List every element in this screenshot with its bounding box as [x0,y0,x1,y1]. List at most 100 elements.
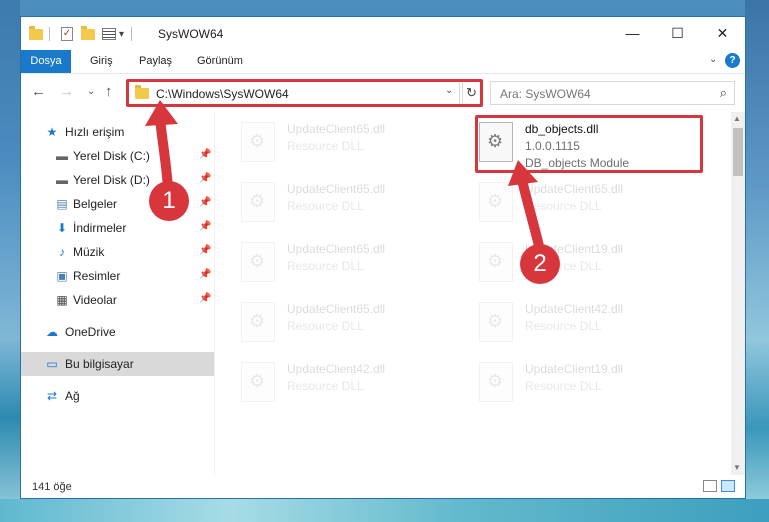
pin-icon[interactable]: 📌 [199,149,211,160]
sidebar-item-pictures[interactable]: ▣ Resimler 📌 [21,264,214,288]
recent-locations-button[interactable]: ⌄ [87,86,95,97]
desktop-background-left [0,0,20,522]
file-description: Resource DLL [525,319,602,333]
expand-ribbon-icon[interactable]: ⌄ [709,54,717,65]
new-folder-icon[interactable] [81,25,95,42]
sidebar-item-label: Videolar [73,293,117,307]
pictures-icon: ▣ [56,269,68,283]
file-explorer-window: ✓ ▾ SysWOW64 — ☐ ✕ Dosya Giriş Paylaş Gö… [20,16,746,499]
up-button[interactable]: ↑ [105,83,113,100]
file-name: UpdateClient42.dll [525,302,624,316]
sidebar-item-local-disk-c[interactable]: ▬ Yerel Disk (C:) 📌 [21,144,214,168]
dll-file-icon [241,182,275,222]
search-input[interactable]: Ara: SysWOW64 [500,87,591,101]
file-description: Resource DLL [525,379,602,393]
step-1-callout: 1 [149,181,189,221]
file-item[interactable]: UpdateClient65.dll Resource DLL [237,238,477,290]
file-item[interactable]: UpdateClient42.dll Resource DLL [237,358,477,410]
pin-icon[interactable]: 📌 [199,293,211,304]
sidebar-item-music[interactable]: ♪ Müzik 📌 [21,240,214,264]
file-description: Resource DLL [287,319,364,333]
sidebar-item-label: Müzik [73,245,105,259]
sidebar-item-label: Yerel Disk (C:) [73,149,150,163]
dll-file-icon [479,242,513,282]
file-item[interactable]: UpdateClient42.dll Resource DLL [475,298,715,350]
help-icon[interactable]: ? [725,53,740,68]
dll-file-icon [241,242,275,282]
pin-icon[interactable]: 📌 [199,269,211,280]
scroll-down-icon[interactable]: ▼ [733,463,741,472]
sidebar-item-label: Bu bilgisayar [65,357,134,371]
tab-share[interactable]: Paylaş [139,50,172,73]
file-name: UpdateClient65.dll [287,242,386,256]
computer-icon: ▭ [46,357,58,371]
music-icon: ♪ [59,245,65,259]
file-item[interactable]: UpdateClient65.dll Resource DLL [237,298,477,350]
sidebar-item-label: Ağ [65,389,80,403]
address-highlight-box [126,79,483,107]
sidebar-item-quick-access[interactable]: ★ Hızlı erişim [21,120,214,144]
close-button[interactable]: ✕ [700,17,745,50]
sidebar-item-label: OneDrive [65,325,116,339]
sidebar-item-this-pc[interactable]: ▭ Bu bilgisayar [21,352,214,376]
sidebar-item-downloads[interactable]: ⬇ İndirmeler 📌 [21,216,214,240]
dll-file-icon [479,182,513,222]
download-icon: ⬇ [56,221,68,235]
dll-file-icon [241,122,275,162]
pin-icon[interactable]: 📌 [199,173,211,184]
file-name: UpdateClient65.dll [525,182,624,196]
navigation-pane: ★ Hızlı erişim ▬ Yerel Disk (C:) 📌 ▬ Yer… [21,112,214,475]
file-name: UpdateClient42.dll [287,362,386,376]
view-properties-icon[interactable] [102,26,116,42]
sidebar-item-network[interactable]: ⇄ Ağ [21,384,214,408]
file-description: Resource DLL [287,199,364,213]
sidebar-item-label: Belgeler [73,197,118,211]
pin-icon[interactable]: 📌 [199,197,211,208]
sidebar-item-label: İndirmeler [73,221,127,235]
ribbon-tabs: Dosya Giriş Paylaş Görünüm ⌄ ? [21,50,745,73]
file-description: Resource DLL [287,379,364,393]
dll-file-icon [479,362,513,402]
drive-icon: ▬ [56,173,68,187]
file-item[interactable]: UpdateClient19.dll Resource DLL [475,358,715,410]
back-button[interactable]: ← [31,83,46,100]
qa-separator [49,26,50,42]
minimize-button[interactable]: — [610,17,655,50]
search-box[interactable]: Ara: SysWOW64 ⌕ [490,81,735,105]
tab-file[interactable]: Dosya [21,50,71,73]
dll-file-icon [241,362,275,402]
quick-access-toolbar-dropdown[interactable]: ▾ [119,26,124,42]
sidebar-item-videos[interactable]: ▦ Videolar 📌 [21,288,214,312]
videos-icon: ▦ [56,293,68,307]
file-item[interactable]: UpdateClient19.dll Resource DLL [475,238,715,290]
file-name: UpdateClient19.dll [525,362,624,376]
drive-icon: ▬ [56,149,68,163]
title-bar: ✓ ▾ SysWOW64 — ☐ ✕ [21,17,745,50]
file-name: UpdateClient65.dll [287,182,386,196]
sidebar-item-onedrive[interactable]: ☁ OneDrive [21,320,214,344]
vertical-scrollbar[interactable]: ▲ ▼ [731,112,745,475]
pin-icon[interactable]: 📌 [199,221,211,232]
maximize-button[interactable]: ☐ [655,17,700,50]
dll-file-icon [241,302,275,342]
scroll-up-icon[interactable]: ▲ [733,114,741,123]
cloud-icon: ☁ [46,325,58,339]
desktop-background-right [745,0,769,522]
tab-view[interactable]: Görünüm [197,50,243,73]
tab-home[interactable]: Giriş [90,50,113,73]
details-view-icon[interactable] [703,480,717,492]
sidebar-item-label: Yerel Disk (D:) [73,173,150,187]
file-description: Resource DLL [287,259,364,273]
file-item[interactable]: UpdateClient65.dll Resource DLL [475,178,715,230]
forward-button[interactable]: → [59,83,74,100]
pin-icon[interactable]: 📌 [199,245,211,256]
tiles-view-icon[interactable] [721,480,735,492]
scroll-thumb[interactable] [733,128,743,176]
file-item[interactable]: UpdateClient65.dll Resource DLL [237,178,477,230]
sidebar-item-label: Resimler [73,269,121,283]
qa-separator-2 [131,26,132,42]
search-icon[interactable]: ⌕ [720,85,727,101]
properties-check-icon[interactable]: ✓ [61,26,73,42]
file-item[interactable]: UpdateClient65.dll Resource DLL [237,118,477,170]
step-2-callout: 2 [520,244,560,284]
